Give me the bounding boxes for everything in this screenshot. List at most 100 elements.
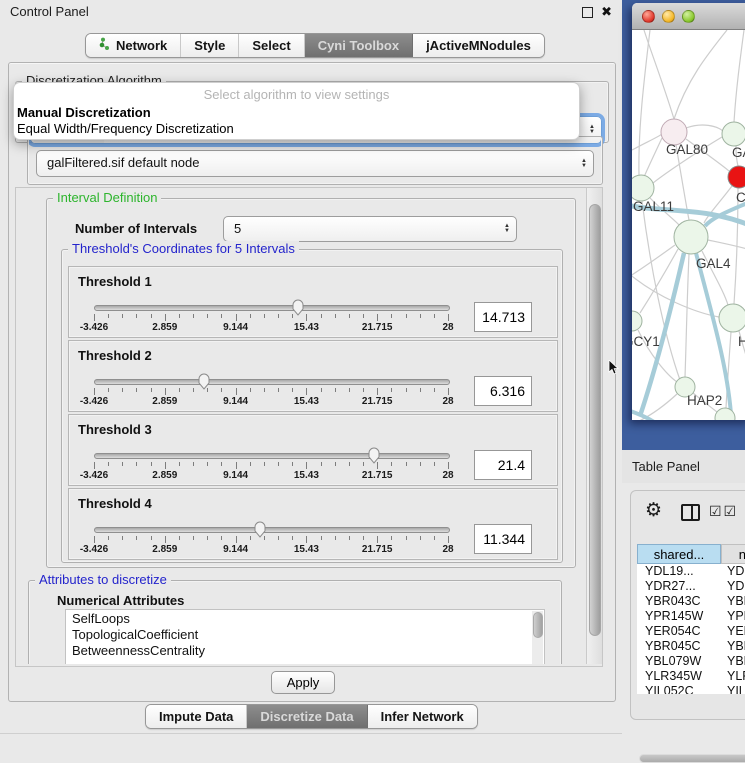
column-header-name[interactable]: na xyxy=(721,544,745,564)
slider-tick-label: 9.144 xyxy=(223,396,248,407)
network-node-GAL4[interactable] xyxy=(674,220,708,254)
settings-vertical-scrollbar[interactable] xyxy=(586,188,602,664)
column-header-shared-name[interactable]: shared... xyxy=(637,544,721,564)
slider-tick xyxy=(151,536,152,540)
slider-tick xyxy=(448,536,449,543)
table-rows: YDL19...YDL1YDR27...YDR2YBR043CYBR0YPR14… xyxy=(637,564,745,694)
threshold-slider[interactable]: -3.4262.8599.14415.4321.71528 xyxy=(94,305,448,331)
network-window-titlebar[interactable] xyxy=(632,3,745,30)
threshold-value-box[interactable]: 6.316 xyxy=(474,376,532,406)
attribute-list-item[interactable]: BetweennessCentrality xyxy=(66,643,544,658)
numerical-attributes-list[interactable]: SelfLoopsTopologicalCoefficientBetweenne… xyxy=(65,609,545,664)
zoom-traffic-light-icon[interactable] xyxy=(682,10,695,23)
slider-track[interactable] xyxy=(94,379,450,385)
apply-button[interactable]: Apply xyxy=(271,671,335,694)
gear-icon[interactable]: ⚙ xyxy=(645,499,662,522)
network-canvas[interactable]: GAL80GAGAL11CGAL4GCY1HHAP2 xyxy=(632,30,745,420)
table-row[interactable]: YBR043CYBR0 xyxy=(637,594,745,609)
tab-infer-network[interactable]: Infer Network xyxy=(368,705,477,728)
select-columns-icon[interactable]: ☑☑ xyxy=(709,503,738,520)
slider-track[interactable] xyxy=(94,305,450,311)
slider-tick xyxy=(193,462,194,466)
slider-tick xyxy=(434,388,435,392)
slider-tick xyxy=(236,314,237,321)
dropdown-item-manual-discretization[interactable]: Manual Discretization xyxy=(14,105,579,121)
scrollbar-thumb[interactable] xyxy=(640,755,745,762)
slider-tick xyxy=(278,314,279,318)
attribute-list-item[interactable]: TopologicalCoefficient xyxy=(66,627,544,642)
slider-tick-label: 21.715 xyxy=(362,470,393,481)
slider-tick xyxy=(136,462,137,466)
slider-tick-label: -3.426 xyxy=(80,544,108,555)
tab-style[interactable]: Style xyxy=(181,34,239,57)
scrollbar-thumb[interactable] xyxy=(533,612,543,638)
control-panel-title: Control Panel xyxy=(10,4,89,19)
slider-tick xyxy=(122,536,123,540)
threshold-label: Threshold 3 xyxy=(78,422,152,437)
tab-impute-data[interactable]: Impute Data xyxy=(146,705,247,728)
dropdown-hint-item[interactable]: Select algorithm to view settings xyxy=(14,83,579,105)
network-node-GAL-top[interactable] xyxy=(722,122,745,146)
threshold-value-box[interactable]: 21.4 xyxy=(474,450,532,480)
tab-discretize-data[interactable]: Discretize Data xyxy=(247,705,367,728)
slider-tick xyxy=(363,462,364,466)
slider-tick-label: 28 xyxy=(442,470,453,481)
table-row[interactable]: YLR345WYLR3 xyxy=(637,669,745,684)
slider-tick xyxy=(391,388,392,392)
slider-tick xyxy=(122,314,123,318)
tab-select[interactable]: Select xyxy=(239,34,304,57)
network-node-H-node[interactable] xyxy=(719,304,745,332)
attributes-list-scrollbar[interactable] xyxy=(532,611,543,664)
slider-tick xyxy=(391,462,392,466)
threshold-slider[interactable]: -3.4262.8599.14415.4321.71528 xyxy=(94,379,448,405)
slider-tick-label: 28 xyxy=(442,322,453,333)
network-node-label: GAL11 xyxy=(633,199,674,214)
tab-cyni-toolbox[interactable]: Cyni Toolbox xyxy=(305,34,413,57)
table-data-combobox[interactable]: galFiltered.sif default node ▲▼ xyxy=(36,150,594,177)
table-row[interactable]: YBL079WYBL0 xyxy=(637,654,745,669)
interval-definition-group: Interval Definition Number of Intervals … xyxy=(46,198,576,568)
network-node-red-node[interactable] xyxy=(728,166,745,188)
table-row[interactable]: YIL052CYIL0 xyxy=(637,684,745,694)
slider-tick xyxy=(406,462,407,466)
network-node-GAL11[interactable] xyxy=(632,175,654,201)
table-row[interactable]: YBR045CYBR0 xyxy=(637,639,745,654)
dropdown-item-equal-width-frequency[interactable]: Equal Width/Frequency Discretization xyxy=(14,121,579,137)
slider-tick xyxy=(193,314,194,318)
number-of-intervals-combobox[interactable]: 5 ▲▼ xyxy=(223,216,517,242)
float-panel-icon[interactable] xyxy=(582,7,593,18)
tab-jactivemnodules[interactable]: jActiveMNodules xyxy=(413,34,544,57)
slider-tick xyxy=(122,388,123,392)
threshold-value-box[interactable]: 11.344 xyxy=(474,524,532,554)
network-view-window: GAL80GAGAL11CGAL4GCY1HHAP2 xyxy=(632,3,745,420)
minimize-traffic-light-icon[interactable] xyxy=(662,10,675,23)
tab-network[interactable]: Network xyxy=(86,34,181,57)
close-traffic-light-icon[interactable] xyxy=(642,10,655,23)
table-row[interactable]: YDL19...YDL1 xyxy=(637,564,745,579)
slider-tick xyxy=(377,314,378,321)
slider-track[interactable] xyxy=(94,527,450,533)
slider-tick xyxy=(434,314,435,318)
close-panel-icon[interactable]: ✖ xyxy=(601,6,612,18)
threshold-value-box[interactable]: 14.713 xyxy=(474,302,532,332)
threshold-slider[interactable]: -3.4262.8599.14415.4321.71528 xyxy=(94,527,448,553)
slider-tick xyxy=(321,462,322,466)
table-horizontal-scrollbar[interactable] xyxy=(639,754,745,763)
slider-tick xyxy=(335,388,336,392)
network-node-label: H xyxy=(738,334,745,349)
table-row[interactable]: YDR27...YDR2 xyxy=(637,579,745,594)
threshold-label: Threshold 2 xyxy=(78,348,152,363)
slider-tick xyxy=(448,462,449,469)
slider-tick xyxy=(108,536,109,540)
slider-tick-label: 2.859 xyxy=(152,396,177,407)
threshold-slider[interactable]: -3.4262.8599.14415.4321.71528 xyxy=(94,453,448,479)
slider-track[interactable] xyxy=(94,453,450,459)
table-row[interactable]: YER054CYER0 xyxy=(637,624,745,639)
column-layout-icon[interactable] xyxy=(681,504,700,521)
attribute-list-item[interactable]: SelfLoops xyxy=(66,611,544,626)
scrollbar-thumb[interactable] xyxy=(589,204,601,636)
network-node-GCY1[interactable] xyxy=(632,311,642,331)
table-row[interactable]: YPR145WYPR1 xyxy=(637,609,745,624)
table-data-group: Table Data galFiltered.sif default node … xyxy=(27,136,603,185)
algorithm-dropdown-popup: Select algorithm to view settings Manual… xyxy=(13,82,580,140)
